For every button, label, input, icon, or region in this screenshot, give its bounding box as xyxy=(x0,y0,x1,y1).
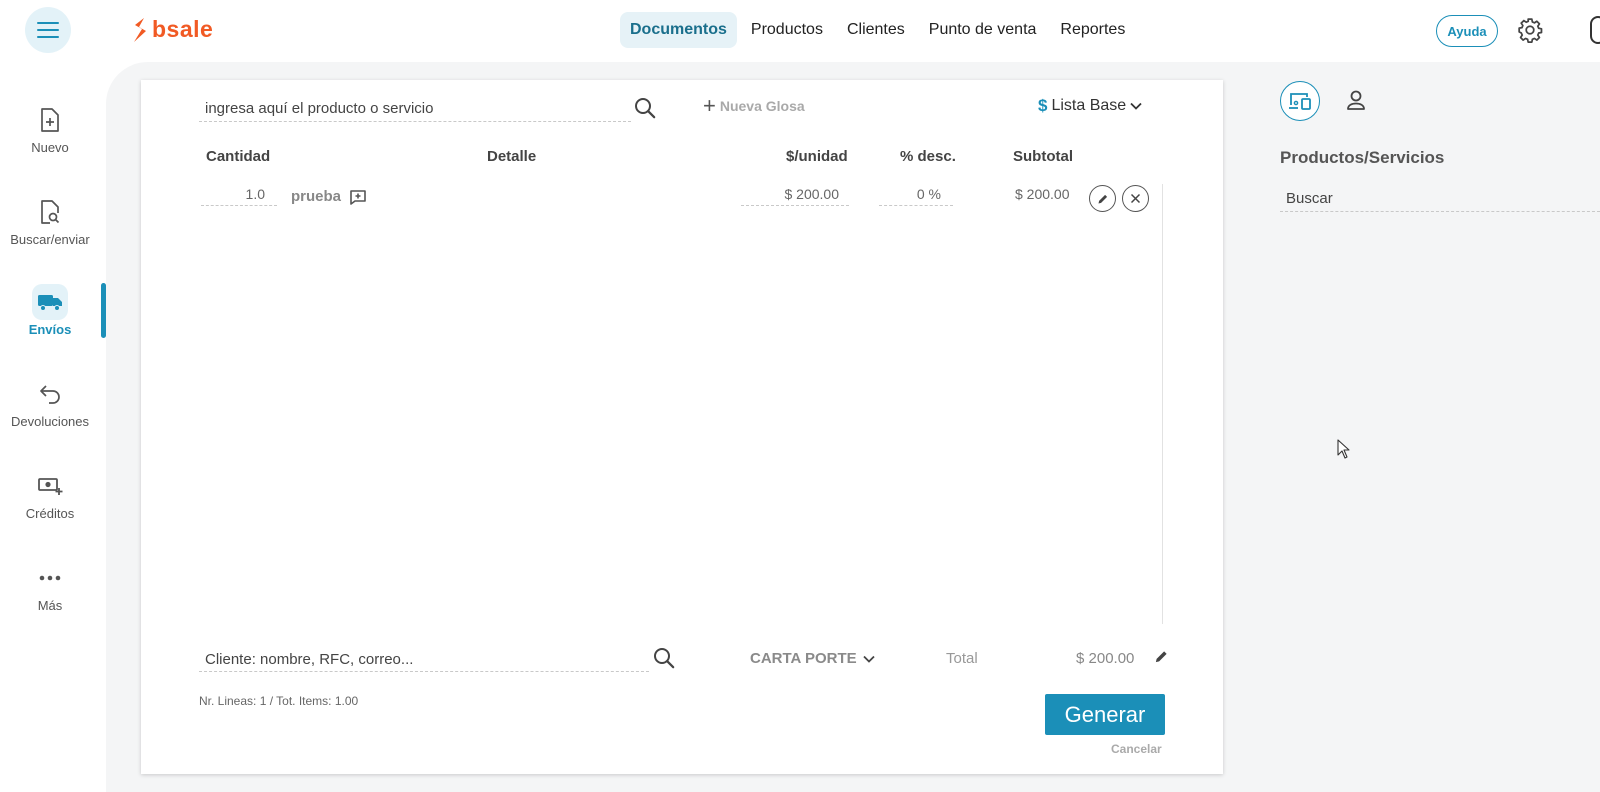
sidebar-item-label: Envíos xyxy=(28,322,72,337)
lines-info: Nr. Lineas: 1 / Tot. Items: 1.00 xyxy=(199,694,359,708)
total-label: Total xyxy=(946,650,978,667)
price-list-dropdown[interactable]: $ Lista Base xyxy=(1038,96,1142,116)
mouse-cursor-icon xyxy=(1337,439,1350,459)
brand-logo[interactable]: bsale xyxy=(132,16,213,43)
client-search-button[interactable] xyxy=(652,646,676,675)
total-edit-button[interactable] xyxy=(1154,649,1169,669)
document-type-dropdown[interactable]: CARTA PORTE xyxy=(750,650,875,667)
column-header-discount: % desc. xyxy=(900,148,956,165)
pencil-icon xyxy=(1155,651,1167,663)
document-card: + Nueva Glosa $ Lista Base Cantidad Deta… xyxy=(141,80,1223,774)
user-menu-button[interactable] xyxy=(1590,16,1600,44)
row-edit-button[interactable] xyxy=(1089,185,1116,212)
product-search-field xyxy=(199,98,631,122)
top-bar: bsale Documentos Productos Clientes Punt… xyxy=(0,0,1600,62)
bsale-logo-icon xyxy=(134,17,146,42)
document-type-label: CARTA PORTE xyxy=(750,650,857,667)
brand-name: bsale xyxy=(152,16,214,42)
column-header-quantity: Cantidad xyxy=(206,148,271,165)
client-search-field xyxy=(199,648,649,672)
return-arrow-icon xyxy=(40,385,60,404)
nav-clientes[interactable]: Clientes xyxy=(837,12,915,48)
cancel-link[interactable]: Cancelar xyxy=(1111,742,1162,756)
close-icon xyxy=(1130,193,1141,204)
column-header-subtotal: Subtotal xyxy=(1013,148,1073,165)
plus-icon: + xyxy=(703,93,716,118)
generate-button[interactable]: Generar xyxy=(1045,694,1165,735)
product-search-input[interactable] xyxy=(199,98,631,117)
file-search-icon xyxy=(41,200,60,224)
row-detail-text: prueba xyxy=(291,188,342,205)
client-tab-button[interactable] xyxy=(1343,88,1369,119)
nav-reportes[interactable]: Reportes xyxy=(1050,12,1135,48)
sidebar-item-nuevo[interactable]: Nuevo xyxy=(0,102,100,155)
column-header-unit-price: $/unidad xyxy=(786,148,848,165)
nav-productos[interactable]: Productos xyxy=(741,12,833,48)
chevron-down-icon xyxy=(863,655,875,663)
hamburger-icon xyxy=(37,22,59,38)
sidebar-item-creditos[interactable]: Créditos xyxy=(0,468,100,521)
right-panel-search-input[interactable] xyxy=(1280,188,1600,207)
main-nav: Documentos Productos Clientes Punto de v… xyxy=(620,12,1139,48)
gear-icon xyxy=(1518,18,1543,43)
new-gloss-label: Nueva Glosa xyxy=(719,98,805,114)
right-panel-title: Productos/Servicios xyxy=(1280,148,1445,167)
right-panel-search-field xyxy=(1280,188,1600,212)
help-button[interactable]: Ayuda xyxy=(1436,15,1498,47)
sidebar-item-label: Devoluciones xyxy=(10,414,90,429)
sidebar-item-label: Buscar/enviar xyxy=(10,232,90,247)
sidebar-item-devoluciones[interactable]: Devoluciones xyxy=(0,376,100,429)
price-list-label: Lista Base xyxy=(1051,97,1127,114)
sidebar-item-buscar-enviar[interactable]: Buscar/enviar xyxy=(0,194,100,247)
row-detail: prueba xyxy=(291,188,367,205)
new-gloss-button[interactable]: + Nueva Glosa xyxy=(703,93,805,118)
cash-plus-icon xyxy=(38,478,63,495)
nav-punto-de-venta[interactable]: Punto de venta xyxy=(919,12,1047,48)
sidebar-item-mas[interactable]: Más xyxy=(0,560,100,613)
search-icon xyxy=(654,648,675,669)
total-value: $ 200.00 xyxy=(1076,650,1135,667)
search-icon xyxy=(635,98,656,119)
add-comment-icon[interactable] xyxy=(349,189,367,205)
chevron-down-icon xyxy=(1130,102,1142,110)
client-search-input[interactable] xyxy=(199,648,649,668)
row-discount-input[interactable]: 0 % xyxy=(879,186,953,206)
sidebar: Nuevo Buscar/enviar Envíos Devoluciones … xyxy=(0,62,106,792)
settings-button[interactable] xyxy=(1517,17,1543,48)
hamburger-menu-button[interactable] xyxy=(25,7,71,53)
devices-icon xyxy=(1289,93,1311,110)
row-remove-button[interactable] xyxy=(1122,185,1149,212)
column-header-detail: Detalle xyxy=(487,148,537,165)
table-divider xyxy=(1162,184,1163,624)
nav-documentos[interactable]: Documentos xyxy=(620,12,737,48)
sidebar-item-envios[interactable]: Envíos xyxy=(0,284,100,337)
pencil-icon xyxy=(1098,194,1107,203)
truck-icon xyxy=(38,295,62,311)
more-dots-icon xyxy=(39,575,61,581)
price-list-symbol: $ xyxy=(1038,96,1048,115)
row-unit-price-input[interactable]: $ 200.00 xyxy=(741,186,849,206)
sidebar-item-label: Nuevo xyxy=(31,140,69,155)
product-search-button[interactable] xyxy=(633,96,657,125)
file-plus-icon xyxy=(41,108,59,132)
products-tab-button[interactable] xyxy=(1280,81,1320,121)
row-quantity-input[interactable]: 1.0 xyxy=(201,186,277,206)
user-icon xyxy=(1347,90,1365,110)
row-subtotal: $ 200.00 xyxy=(1015,186,1070,202)
sidebar-item-label: Créditos xyxy=(25,506,75,521)
sidebar-item-label: Más xyxy=(37,598,63,613)
